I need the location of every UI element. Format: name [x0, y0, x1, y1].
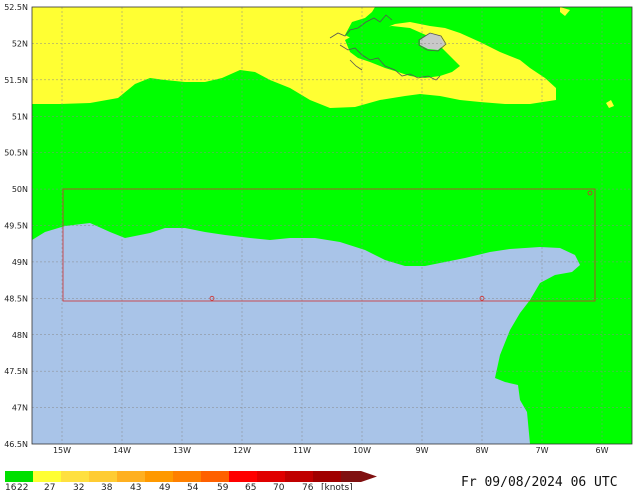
legend-swatch — [89, 471, 117, 482]
timestamp: Fr 09/08/2024 06 UTC — [461, 475, 618, 490]
lon-label: 13W — [173, 446, 191, 455]
latitude-labels: 52.5N 52N 51.5N 51N 50.5N 50N 49.5N 49N 48.5N 48N… — [4, 3, 28, 449]
lon-label: 10W — [353, 446, 371, 455]
legend-label: 76 — [302, 483, 314, 490]
legend-label: 43 — [130, 483, 141, 490]
legend-swatch — [145, 471, 173, 482]
lon-label: 9W — [416, 446, 429, 455]
lat-label: 51.5N — [4, 76, 28, 85]
legend: 16 22 27 32 38 43 49 54 59 65 70 76 [knots] — [5, 471, 377, 490]
lon-label: 15W — [53, 446, 71, 455]
legend-label: 59 — [217, 483, 229, 490]
legend-swatch — [33, 471, 61, 482]
legend-swatch — [61, 471, 89, 482]
lat-label: 46.5N — [4, 440, 28, 449]
lon-label: 8W — [476, 446, 489, 455]
legend-swatch — [285, 471, 313, 482]
lat-label: 52.5N — [4, 3, 28, 12]
legend-swatch — [257, 471, 285, 482]
legend-label: 27 — [44, 483, 55, 490]
legend-swatch — [5, 471, 33, 482]
wind-map: 52.5N 52N 51.5N 51N 50.5N 50N 49.5N 49N 48.5N 48N… — [4, 3, 633, 490]
lat-label: 47.5N — [4, 367, 28, 376]
legend-label: 54 — [187, 483, 199, 490]
lon-label: 7W — [536, 446, 549, 455]
lat-label: 51N — [12, 112, 28, 121]
legend-label: 65 — [245, 483, 256, 490]
lat-label: 49.5N — [4, 222, 28, 231]
legend-label: 38 — [101, 483, 113, 490]
lon-label: 12W — [233, 446, 251, 455]
legend-label: 70 — [273, 483, 285, 490]
legend-swatch — [117, 471, 145, 482]
legend-swatch — [341, 471, 361, 482]
lat-label: 50N — [12, 185, 28, 194]
legend-label: 32 — [73, 483, 84, 490]
longitude-labels: 15W 14W 13W 12W 11W 10W 9W 8W 7W 6W — [53, 446, 609, 455]
lat-label: 52N — [12, 39, 28, 48]
legend-swatch — [201, 471, 229, 482]
lat-label: 48N — [12, 331, 28, 340]
legend-label: 22 — [17, 483, 28, 490]
lon-label: 14W — [113, 446, 131, 455]
legend-label: 16 — [5, 483, 17, 490]
legend-swatch — [229, 471, 257, 482]
lat-label: 47N — [12, 404, 28, 413]
lat-label: 50.5N — [4, 149, 28, 158]
lat-label: 49N — [12, 258, 28, 267]
legend-label: 49 — [159, 483, 171, 490]
lon-label: 6W — [596, 446, 609, 455]
legend-swatch — [173, 471, 201, 482]
legend-arrow — [361, 471, 377, 482]
legend-swatch — [313, 471, 341, 482]
lon-label: 11W — [293, 446, 311, 455]
lat-label: 48.5N — [4, 294, 28, 303]
legend-label: [knots] — [321, 483, 353, 490]
